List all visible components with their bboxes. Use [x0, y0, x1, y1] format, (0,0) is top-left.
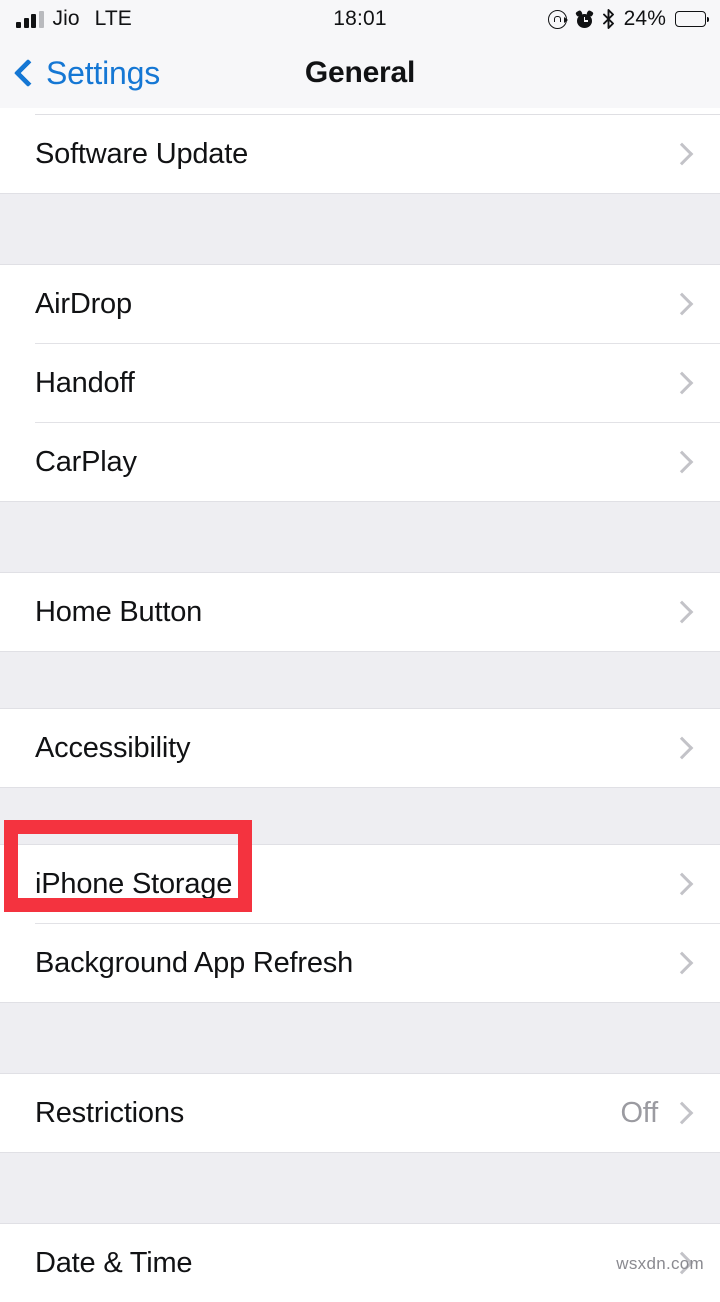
back-button-label: Settings	[46, 54, 161, 91]
chevron-right-icon	[670, 951, 694, 975]
row-label: Date & Time	[35, 1246, 193, 1279]
row-label: Software Update	[35, 137, 249, 170]
row-label: iPhone Storage	[35, 867, 233, 900]
row-accessory	[670, 371, 696, 395]
row-label: AirDrop	[35, 287, 132, 320]
settings-row-airdrop[interactable]: AirDrop	[0, 265, 720, 343]
settings-row-date-time[interactable]: Date & Time	[0, 1224, 720, 1302]
row-label: Home Button	[35, 595, 203, 628]
settings-group: Accessibility	[0, 709, 720, 787]
settings-group: Date & Time	[0, 1224, 720, 1302]
row-accessory	[670, 951, 696, 975]
group-gap	[0, 193, 720, 265]
row-accessory	[670, 872, 696, 896]
row-accessory	[670, 142, 696, 166]
settings-row-background-app-refresh[interactable]: Background App Refresh	[0, 924, 720, 1002]
chevron-right-icon	[670, 450, 694, 474]
status-bar-left: Jio LTE	[16, 7, 132, 31]
chevron-left-icon	[13, 58, 43, 88]
chevron-right-icon	[670, 872, 694, 896]
row-label: CarPlay	[35, 445, 137, 478]
settings-group: AirDrop Handoff CarPlay	[0, 265, 720, 501]
settings-list[interactable]: Software Update AirDrop Handoff CarPlay Home…	[0, 108, 720, 1302]
settings-group: Restrictions Off	[0, 1074, 720, 1152]
settings-row-handoff[interactable]: Handoff	[0, 344, 720, 422]
settings-row-iphone-storage[interactable]: iPhone Storage	[0, 845, 720, 923]
row-accessory	[670, 736, 696, 760]
chevron-right-icon	[670, 736, 694, 760]
group-gap	[0, 651, 720, 709]
settings-row-restrictions[interactable]: Restrictions Off	[0, 1074, 720, 1152]
carrier-label: Jio	[52, 7, 80, 30]
settings-group: Home Button	[0, 573, 720, 651]
chevron-right-icon	[670, 142, 694, 166]
battery-percent-label: 24%	[623, 7, 666, 30]
row-accessory: Off	[620, 1097, 696, 1130]
rotation-lock-icon	[547, 9, 568, 29]
group-gap	[0, 1152, 720, 1224]
watermark: wsxdn.com	[616, 1254, 704, 1273]
chevron-right-icon	[670, 600, 694, 624]
chevron-right-icon	[670, 1101, 694, 1125]
status-bar: Jio LTE 18:01 24%	[0, 0, 720, 38]
settings-group: Software Update	[0, 114, 720, 193]
row-label: Handoff	[35, 366, 135, 399]
chevron-right-icon	[670, 371, 694, 395]
row-accessory	[670, 450, 696, 474]
row-label: Restrictions	[35, 1096, 185, 1129]
settings-row-carplay[interactable]: CarPlay	[0, 423, 720, 501]
battery-icon	[675, 11, 710, 27]
group-gap	[0, 1002, 720, 1074]
settings-row-home-button[interactable]: Home Button	[0, 573, 720, 651]
settings-row-accessibility[interactable]: Accessibility	[0, 709, 720, 787]
row-value: Off	[620, 1096, 658, 1129]
row-label: Background App Refresh	[35, 946, 354, 979]
row-label: Accessibility	[35, 731, 191, 764]
status-bar-right: 24%	[547, 7, 710, 31]
chevron-right-icon	[670, 292, 694, 316]
settings-group: iPhone Storage Background App Refresh	[0, 845, 720, 1002]
bluetooth-icon	[602, 9, 615, 29]
navigation-bar: Settings General	[0, 38, 720, 108]
alarm-clock-icon	[574, 9, 594, 28]
signal-bars-icon	[16, 10, 44, 28]
group-gap	[0, 787, 720, 845]
row-accessory	[670, 600, 696, 624]
row-accessory	[670, 292, 696, 316]
group-gap	[0, 501, 720, 573]
network-type-label: LTE	[94, 7, 132, 30]
back-button[interactable]: Settings	[0, 55, 160, 92]
settings-groups: Software Update AirDrop Handoff CarPlay Home…	[0, 114, 720, 1302]
settings-row-software-update[interactable]: Software Update	[0, 115, 720, 193]
